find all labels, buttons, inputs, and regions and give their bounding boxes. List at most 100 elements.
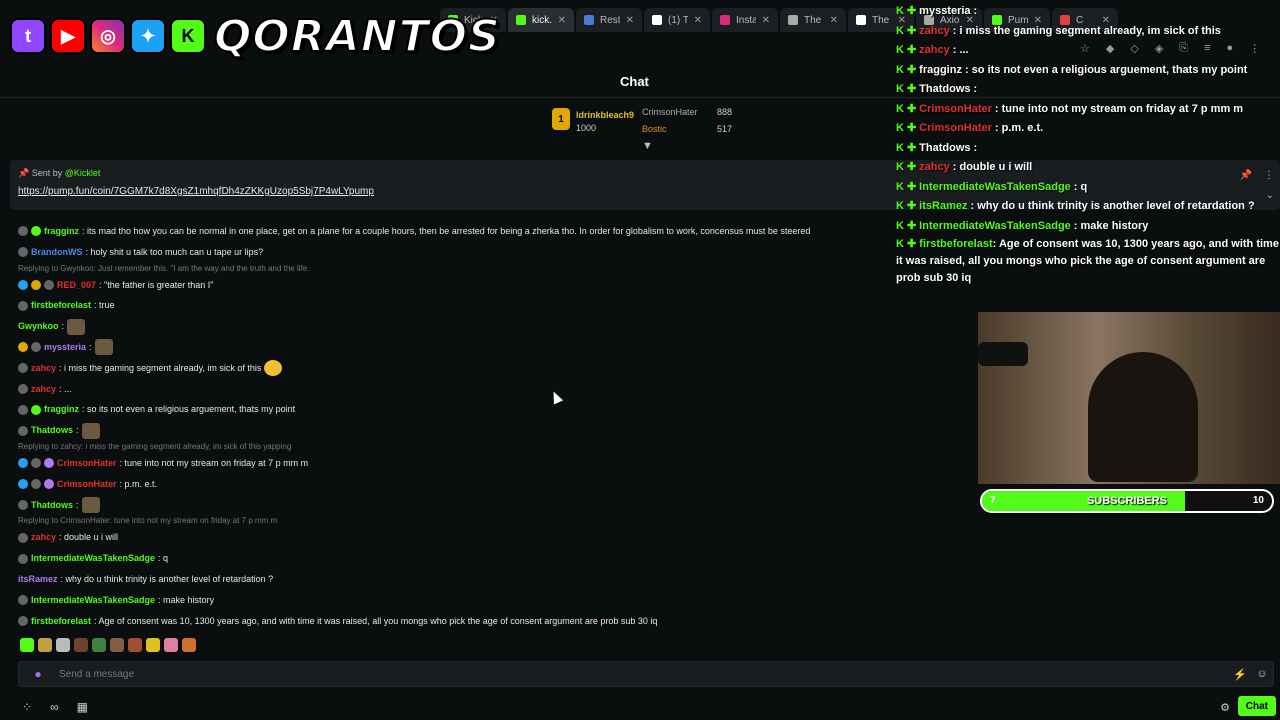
settings-gear-icon[interactable]: ⚙ bbox=[1220, 701, 1230, 714]
kick-badge-icon: K bbox=[896, 44, 904, 56]
plus-badge-icon: ✚ bbox=[906, 122, 917, 134]
chat-message-input[interactable] bbox=[49, 668, 1229, 680]
microphone-icon[interactable]: ● bbox=[27, 667, 49, 681]
user-badge-icon bbox=[18, 226, 28, 237]
emote-icon[interactable] bbox=[38, 638, 52, 652]
overlay-text: : double u i will bbox=[952, 161, 1033, 173]
overlay-username: myssteria bbox=[919, 5, 971, 17]
leaderboard-third-name: Bostic bbox=[642, 124, 667, 134]
user-badge-icon bbox=[18, 532, 28, 543]
user-badge-icon bbox=[31, 226, 41, 237]
chat-username[interactable]: Thatdows bbox=[31, 495, 73, 516]
gift-leaderboard[interactable]: 1 ldrinkbleach9 1000 CrimsonHater 888 Bo… bbox=[552, 104, 752, 144]
chat-username[interactable]: Gwynkoo bbox=[18, 316, 59, 337]
chat-username[interactable]: IntermediateWasTakenSadge bbox=[31, 548, 155, 569]
chat-text: : true bbox=[94, 300, 115, 311]
overlay-text: : ... bbox=[952, 44, 969, 56]
emote-bar bbox=[20, 638, 196, 654]
chat-username[interactable]: itsRamez bbox=[18, 569, 58, 590]
overlay-username: zahcy bbox=[919, 24, 950, 37]
browser-tab[interactable]: Insta ✕ bbox=[712, 8, 778, 32]
kick-badge-icon: K bbox=[896, 63, 904, 76]
chat-username[interactable]: CrimsonHater bbox=[57, 453, 117, 474]
chat-message: itsRamez: why do u think trinity is anot… bbox=[18, 569, 968, 590]
close-icon[interactable]: ✕ bbox=[762, 15, 770, 26]
streamer-name: QORANTOS bbox=[213, 10, 501, 63]
send-chat-button[interactable]: Chat bbox=[1237, 696, 1276, 716]
tab-label: Insta bbox=[736, 14, 756, 26]
chat-input-bar: ● ⚡ ☺ bbox=[18, 661, 1274, 687]
pinned-link[interactable]: https://pump.fun/coin/7GGM7k7d8XgsZ1mhqf… bbox=[18, 186, 374, 197]
chat-username[interactable]: BrandonWS bbox=[31, 242, 83, 263]
sent-by-label: Sent by bbox=[31, 168, 63, 178]
emote-icon[interactable] bbox=[182, 638, 196, 652]
emote-icon[interactable] bbox=[164, 638, 178, 652]
close-icon[interactable]: ✕ bbox=[558, 15, 566, 26]
emote-icon[interactable] bbox=[56, 638, 70, 652]
emote-icon bbox=[94, 339, 113, 356]
overlay-username: zahcy bbox=[919, 44, 950, 56]
store-icon[interactable]: ▦ bbox=[77, 700, 88, 714]
user-badge-icon bbox=[31, 479, 41, 490]
emote-icon[interactable] bbox=[74, 638, 88, 652]
close-icon[interactable]: ✕ bbox=[830, 15, 838, 26]
infinity-icon[interactable]: ∞ bbox=[50, 700, 59, 714]
sent-by-user[interactable]: @Kicklet bbox=[65, 168, 101, 178]
tab-favicon-icon bbox=[652, 15, 662, 25]
subscriber-label: SUBSCRIBERS bbox=[1086, 495, 1168, 507]
browser-tab[interactable]: The I ✕ bbox=[780, 8, 846, 32]
chat-username[interactable]: RED_007 bbox=[57, 275, 96, 296]
expand-arrow-icon[interactable]: ▼ bbox=[642, 140, 653, 152]
emote-icon[interactable] bbox=[20, 638, 34, 652]
chat-username[interactable]: zahcy bbox=[31, 358, 56, 379]
twitter-icon: ✦ bbox=[130, 18, 166, 54]
chat-username[interactable]: fragginz bbox=[44, 221, 79, 242]
overlay-username: Thatdows bbox=[919, 141, 971, 154]
chat-text: : bbox=[76, 425, 79, 436]
user-badge-icon bbox=[31, 279, 41, 290]
chat-text: : tune into not my stream on friday at 7… bbox=[119, 457, 309, 468]
plus-badge-icon: ✚ bbox=[906, 63, 917, 76]
chat-username[interactable]: myssteria bbox=[44, 337, 86, 358]
commands-icon[interactable]: ⚡ bbox=[1229, 668, 1251, 681]
chat-username[interactable]: CrimsonHater bbox=[57, 474, 117, 495]
chat-message: firstbeforelast: true bbox=[18, 295, 968, 316]
browser-tab[interactable]: Rest ✕ bbox=[576, 8, 642, 32]
close-icon[interactable]: ✕ bbox=[694, 15, 702, 26]
emoji-icon[interactable]: ☺ bbox=[1251, 668, 1273, 680]
chat-message: fragginz: so its not even a religious ar… bbox=[18, 399, 968, 420]
emote-icon[interactable] bbox=[110, 638, 124, 652]
chat-text: : why do u think trinity is another leve… bbox=[60, 573, 274, 584]
chat-username[interactable]: zahcy bbox=[31, 379, 56, 400]
close-icon[interactable]: ✕ bbox=[626, 15, 634, 26]
browser-tab[interactable]: kick.c ✕ bbox=[508, 8, 574, 32]
overlay-text: : why do u think trinity is another leve… bbox=[970, 200, 1255, 212]
overlay-text: : i miss the gaming segment already, im … bbox=[952, 24, 1221, 37]
chat-username[interactable]: IntermediateWasTakenSadge bbox=[31, 590, 155, 611]
rank-medal-icon: 1 bbox=[552, 108, 570, 130]
overlay-username: itsRamez bbox=[919, 200, 968, 212]
kick-badge-icon: K bbox=[896, 24, 904, 37]
chat-username[interactable]: firstbeforelast bbox=[31, 295, 91, 316]
emote-icon[interactable] bbox=[128, 638, 142, 652]
dots-icon[interactable]: ⁘ bbox=[22, 700, 32, 714]
browser-tab[interactable]: (1) Ti ✕ bbox=[644, 8, 710, 32]
user-badge-icon bbox=[18, 425, 28, 436]
chat-message: RED_007: "the father is greater than I" bbox=[18, 275, 968, 296]
chat-username[interactable]: zahcy bbox=[31, 527, 56, 548]
emote-icon[interactable] bbox=[92, 638, 106, 652]
chat-username[interactable]: fragginz bbox=[44, 399, 79, 420]
chat-text: : so its not even a religious arguement,… bbox=[82, 404, 296, 415]
user-badge-icon bbox=[18, 247, 28, 258]
user-badge-icon bbox=[18, 553, 28, 564]
chat-username[interactable]: firstbeforelast bbox=[31, 611, 91, 632]
plus-badge-icon: ✚ bbox=[906, 141, 917, 154]
tab-favicon-icon bbox=[516, 15, 526, 25]
reply-context: Replying to Gwynkoo: Just remember this.… bbox=[18, 263, 310, 273]
chat-username[interactable]: Thatdows bbox=[31, 420, 73, 441]
user-badge-icon bbox=[31, 342, 41, 353]
overlay-chat-line: K ✚ CrimsonHater: p.m. e.t. bbox=[896, 119, 1280, 139]
emote-icon[interactable] bbox=[146, 638, 160, 652]
overlay-text: : tune into not my stream on friday at 7… bbox=[994, 102, 1244, 115]
chat-text: : Age of consent was 10, 1300 years ago,… bbox=[94, 615, 658, 626]
